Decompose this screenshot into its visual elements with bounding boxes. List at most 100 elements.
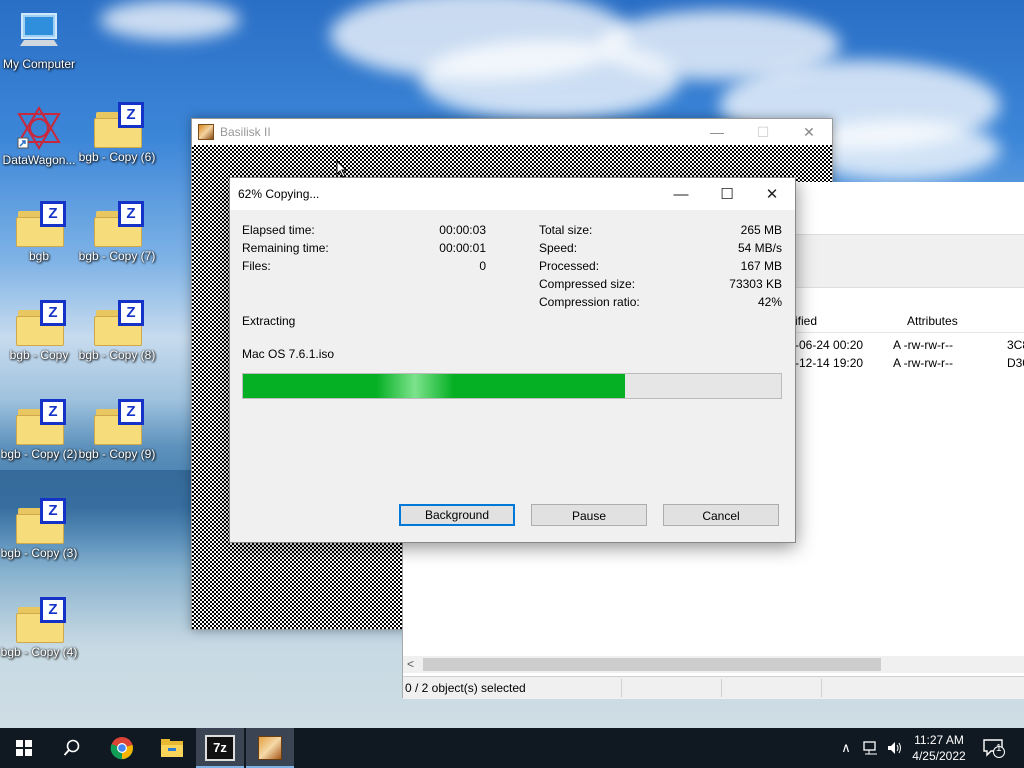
maximize-button[interactable]: ☐ (740, 119, 786, 145)
zip-folder-icon: Z (16, 300, 66, 346)
speed-value: 54 MB/s (737, 241, 782, 255)
desktop-icon-datawagon[interactable]: DataWagon... (0, 106, 78, 167)
total-size-label: Total size: (539, 223, 593, 237)
desktop-icon-label: bgb - Copy (2) (0, 447, 78, 461)
cell-modified: -12-14 19:20 (795, 356, 864, 370)
desktop-icon-bgb-copy[interactable]: Z bgb - Copy (0, 300, 78, 362)
basilisk-titlebar[interactable]: Basilisk II — ☐ ✕ (192, 119, 832, 145)
remaining-time-label: Remaining time: (242, 241, 329, 255)
desktop-icon-label: DataWagon... (2, 153, 76, 167)
zip-folder-icon: Z (16, 597, 66, 643)
desktop-icon-label: bgb - Copy (9, 348, 69, 362)
pause-button[interactable]: Pause (531, 504, 647, 526)
datawagon-icon (17, 106, 61, 150)
7zip-icon: 7z (205, 735, 235, 761)
desktop-icon-label: bgb - Copy (6) (78, 150, 156, 164)
taskbar-7zip[interactable]: 7z (196, 728, 244, 768)
horizontal-scrollbar[interactable]: < (403, 656, 1024, 673)
dialog-titlebar[interactable]: 62% Copying... — ☐ ✕ (230, 178, 795, 210)
clock-time: 11:27 AM (914, 733, 964, 747)
scroll-left-icon[interactable]: < (407, 657, 414, 671)
zip-folder-icon: Z (94, 300, 144, 346)
notification-center-button[interactable]: 1 (980, 728, 1008, 768)
elapsed-time-value: 00:00:03 (439, 223, 486, 237)
files-label: Files: (242, 259, 271, 273)
desktop-icon-label: bgb - Copy (9) (78, 447, 156, 461)
file-explorer-icon (161, 739, 183, 757)
chrome-icon (110, 737, 134, 760)
processed-label: Processed: (539, 259, 600, 273)
search-button[interactable] (48, 728, 96, 768)
column-modified[interactable]: ified (795, 314, 817, 328)
column-attributes[interactable]: Attributes (907, 314, 958, 328)
dialog-title: 62% Copying... (238, 187, 320, 201)
basilisk-icon (258, 736, 282, 760)
notification-count: 1 (996, 743, 1002, 754)
desktop-icon-bgb-copy-8[interactable]: Z bgb - Copy (8) (78, 300, 156, 362)
scroll-thumb[interactable] (423, 658, 881, 671)
cancel-button[interactable]: Cancel (663, 504, 779, 526)
desktop-icon-bgb-copy-9[interactable]: Z bgb - Copy (9) (78, 399, 156, 461)
desktop-icon-label: bgb - Copy (4) (0, 645, 78, 659)
operation-label: Extracting (242, 314, 296, 328)
total-size-value: 265 MB (740, 223, 782, 237)
cell-attributes: A -rw-rw-r-- (893, 356, 953, 370)
cell-extra: 3C8 (1007, 338, 1024, 352)
volume-icon[interactable] (884, 728, 906, 768)
taskbar: 7z ∧ 11:27 AM 4/25/2022 1 (0, 728, 1024, 768)
desktop-icon-my-computer[interactable]: My Computer (0, 10, 78, 71)
close-button[interactable]: ✕ (786, 119, 832, 145)
system-clock[interactable]: 11:27 AM 4/25/2022 (904, 732, 974, 764)
basilisk-icon (198, 124, 214, 140)
cell-attributes: A -rw-rw-r-- (893, 338, 953, 352)
minimize-button[interactable]: — (694, 119, 740, 145)
zip-folder-icon: Z (16, 201, 66, 247)
taskbar-file-explorer[interactable] (148, 728, 196, 768)
maximize-button[interactable]: ☐ (704, 178, 750, 210)
close-button[interactable]: ✕ (749, 178, 795, 210)
desktop-icon-bgb[interactable]: Z bgb (0, 201, 78, 263)
zip-folder-icon: Z (16, 498, 66, 544)
elapsed-time-label: Elapsed time: (242, 223, 315, 237)
speed-label: Speed: (539, 241, 578, 255)
basilisk-title: Basilisk II (220, 125, 271, 139)
desktop-icon-bgb-copy-6[interactable]: Z bgb - Copy (6) (78, 102, 156, 164)
taskbar-chrome[interactable] (98, 728, 146, 768)
cell-modified: -06-24 00:20 (795, 338, 864, 352)
desktop-icon-label: My Computer (2, 57, 76, 71)
desktop-icon-label: bgb - Copy (7) (78, 249, 156, 263)
zip-folder-icon: Z (94, 201, 144, 247)
taskbar-basilisk[interactable] (246, 728, 294, 768)
start-button[interactable] (0, 728, 48, 768)
computer-icon (20, 13, 58, 46)
desktop-icon-label: bgb - Copy (3) (0, 546, 78, 560)
zip-folder-icon: Z (94, 102, 144, 148)
processed-value: 167 MB (740, 259, 782, 273)
desktop-icon-bgb-copy-7[interactable]: Z bgb - Copy (7) (78, 201, 156, 263)
status-text: 0 / 2 object(s) selected (405, 681, 526, 695)
copy-progress-dialog[interactable]: 62% Copying... — ☐ ✕ Elapsed time: 00:00… (229, 177, 796, 543)
network-icon[interactable] (860, 728, 882, 768)
search-icon (63, 739, 80, 756)
background-button[interactable]: Background (399, 504, 515, 526)
remaining-time-value: 00:00:01 (439, 241, 486, 255)
desktop-icon-bgb-copy-4[interactable]: Z bgb - Copy (4) (0, 597, 78, 659)
compressed-size-label: Compressed size: (539, 277, 636, 291)
desktop-icon-bgb-copy-3[interactable]: Z bgb - Copy (3) (0, 498, 78, 560)
windows-start-icon (16, 740, 32, 756)
minimize-button[interactable]: — (658, 178, 704, 210)
compressed-size-value: 73303 KB (729, 277, 782, 291)
compression-ratio-label: Compression ratio: (539, 295, 640, 309)
status-bar: 0 / 2 object(s) selected (403, 676, 1024, 699)
progress-bar (242, 373, 782, 399)
desktop-icon-bgb-copy-2[interactable]: Z bgb - Copy (2) (0, 399, 78, 461)
progress-bar-fill (243, 374, 625, 398)
mouse-cursor-icon (336, 160, 348, 178)
current-file-name: Mac OS 7.6.1.iso (242, 347, 335, 361)
cell-extra: D30 (1007, 356, 1024, 370)
tray-overflow-chevron-icon[interactable]: ∧ (836, 728, 856, 768)
zip-folder-icon: Z (16, 399, 66, 445)
files-value: 0 (479, 259, 486, 273)
desktop-icon-label: bgb - Copy (8) (78, 348, 156, 362)
clock-date: 4/25/2022 (912, 749, 966, 763)
